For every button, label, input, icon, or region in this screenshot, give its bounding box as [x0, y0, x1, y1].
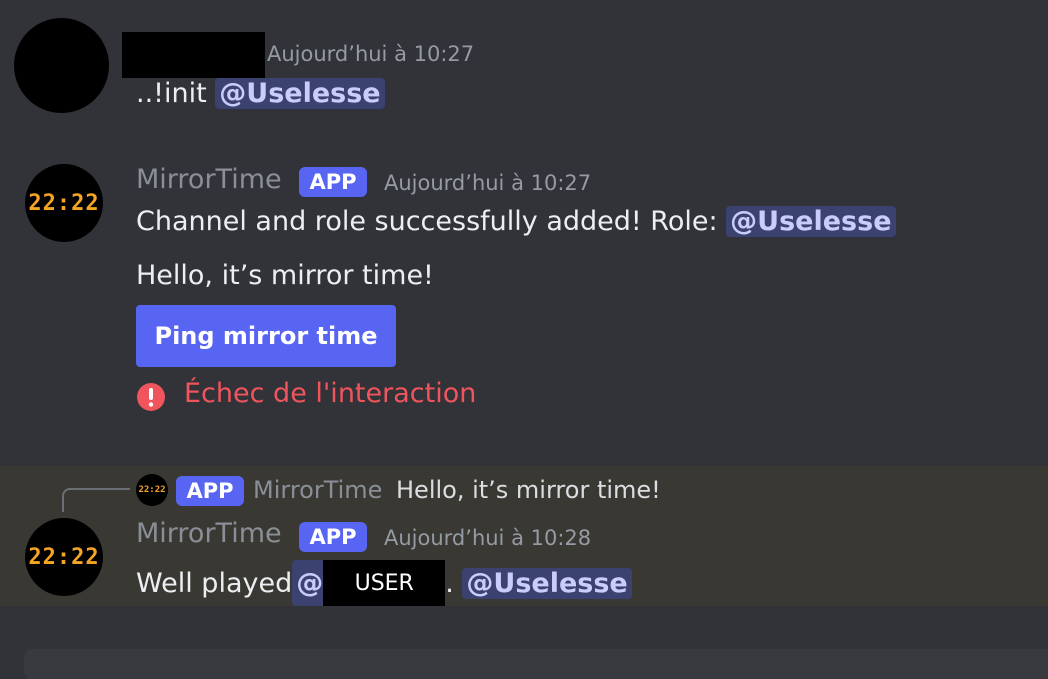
interaction-failed-text: Échec de l'interaction	[184, 378, 477, 409]
reply-author[interactable]: MirrorTime	[253, 476, 382, 504]
reply-preview-text[interactable]: Hello, it’s mirror time!	[396, 476, 661, 504]
message-timestamp: Aujourd’hui à 10:28	[384, 526, 592, 550]
reply-avatar[interactable]: 22:22	[136, 474, 168, 506]
clock-avatar-text: 22:22	[138, 485, 166, 495]
mirrortime-avatar[interactable]: 22:22	[25, 164, 103, 242]
role-mention[interactable]: @Uselesse	[462, 567, 632, 599]
message-line-2: Hello, it’s mirror time!	[136, 260, 434, 291]
ping-mirror-time-button[interactable]: Ping mirror time	[136, 305, 396, 367]
clock-avatar-text: 22:22	[28, 190, 100, 216]
mention-separator: .	[445, 567, 463, 599]
message-text: Well played	[136, 567, 293, 599]
author-name[interactable]: MirrorTime	[136, 518, 282, 549]
role-mention[interactable]: @Uselesse	[726, 206, 896, 237]
redacted-username	[122, 32, 265, 78]
error-icon	[136, 382, 166, 412]
message-timestamp: Aujourd’hui à 10:27	[267, 42, 475, 66]
role-mention[interactable]: @Uselesse	[215, 78, 385, 109]
reply-connector	[62, 488, 130, 512]
message-text: ..!init	[136, 78, 216, 109]
message-timestamp: Aujourd’hui à 10:27	[384, 171, 592, 195]
reply-app-badge: APP	[176, 476, 244, 506]
clock-avatar-text: 22:22	[28, 544, 100, 570]
message-content: Well played @ USER . @Uselesse	[136, 560, 632, 606]
author-name[interactable]: MirrorTime	[136, 164, 282, 195]
message-line-1: Channel and role successfully added! Rol…	[136, 206, 896, 237]
button-label: Ping mirror time	[154, 322, 378, 350]
mirrortime-avatar[interactable]: 22:22	[25, 518, 103, 596]
message-content: ..!init @Uselesse	[136, 78, 385, 109]
user-mention[interactable]: @ USER	[292, 560, 446, 606]
redacted-user-box: USER	[323, 560, 446, 606]
mention-at: @	[296, 567, 324, 599]
app-badge: APP	[299, 522, 367, 552]
message-input-box[interactable]	[24, 649, 1048, 679]
message-text: Channel and role successfully added! Rol…	[136, 206, 727, 237]
app-badge: APP	[299, 167, 367, 197]
user-avatar[interactable]	[14, 18, 109, 113]
